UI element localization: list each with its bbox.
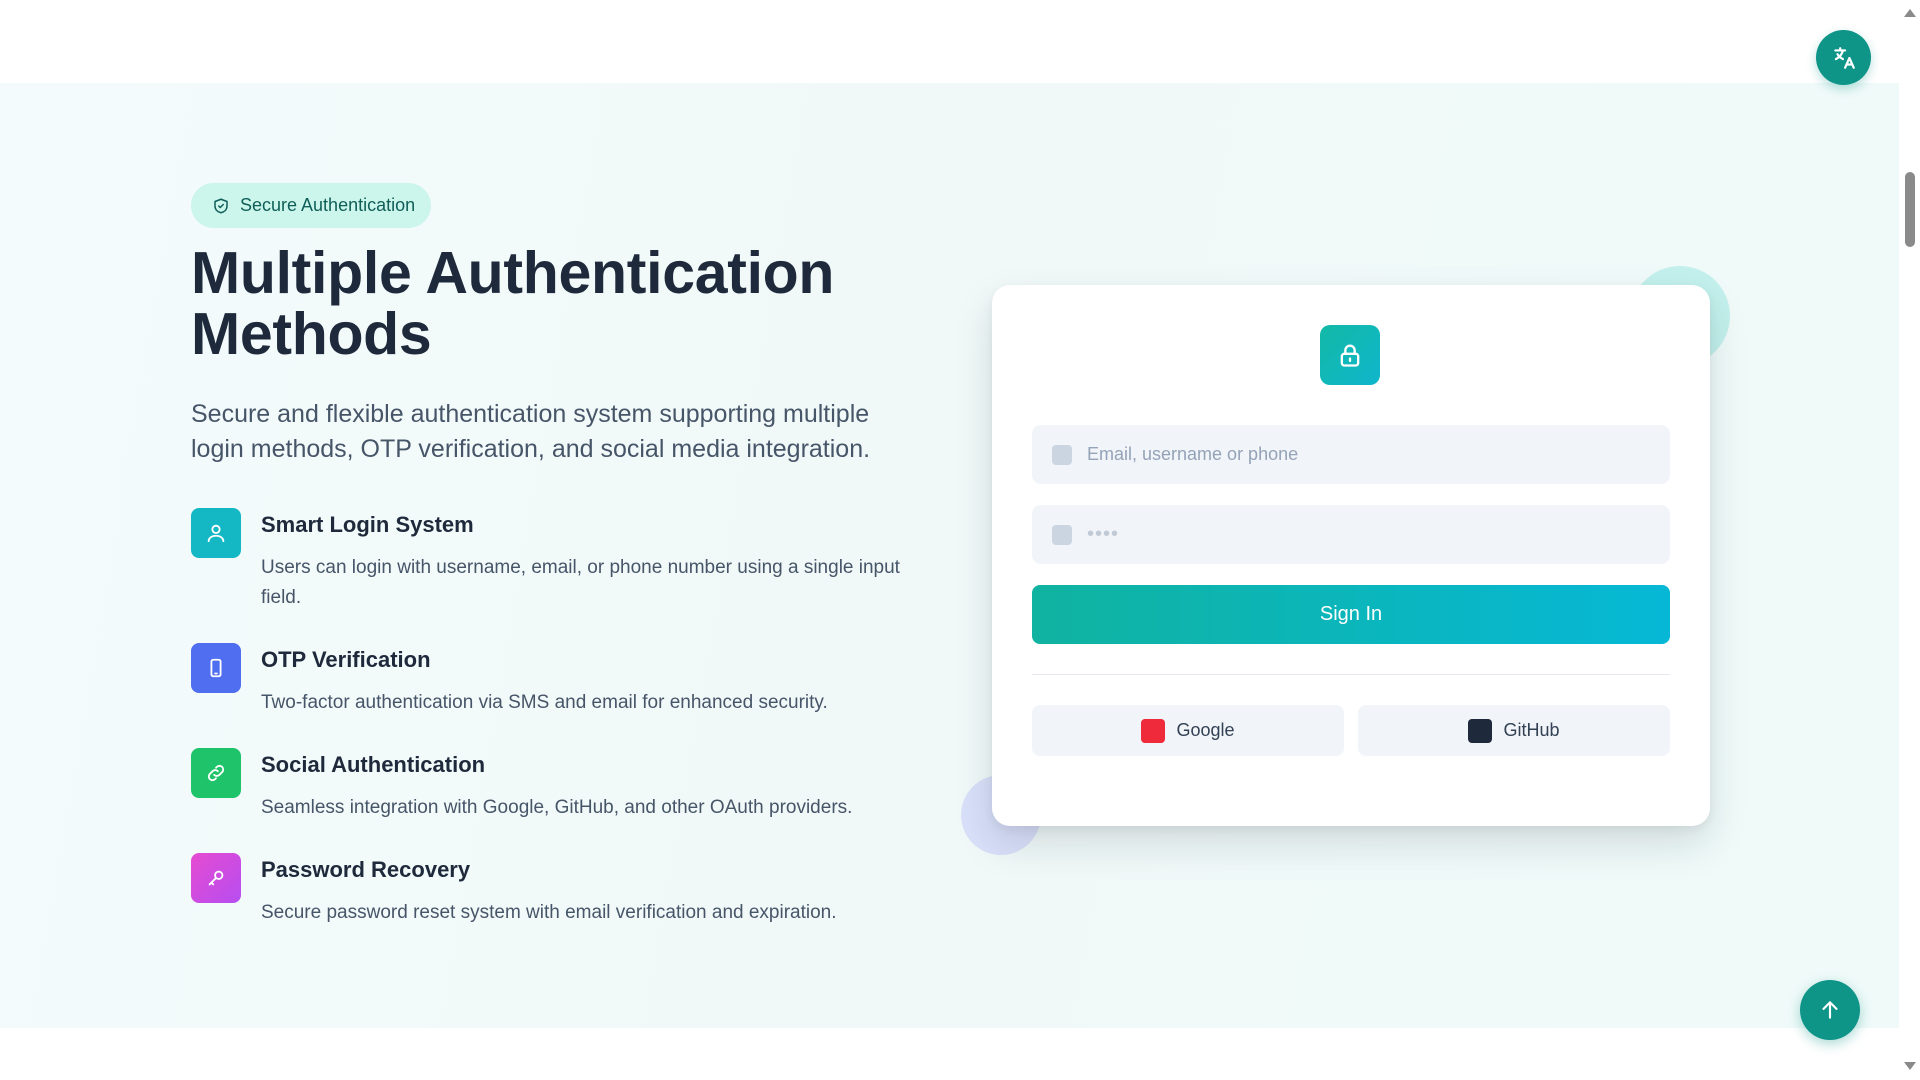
feature-description: Seamless integration with Google, GitHub… — [261, 797, 853, 818]
feature-title: OTP Verification — [261, 647, 431, 672]
divider — [1032, 674, 1670, 675]
field-icon — [1052, 444, 1072, 465]
password-mask: •••• — [1087, 523, 1120, 545]
scroll-down-arrow-icon[interactable] — [1904, 1062, 1916, 1070]
feature-description: Two-factor authentication via SMS and em… — [261, 692, 828, 713]
github-icon — [1468, 718, 1493, 743]
google-login-button[interactable]: Google — [1032, 705, 1344, 756]
phone-icon — [191, 643, 241, 693]
feature-title: Smart Login System — [261, 512, 474, 537]
link-icon — [191, 748, 241, 798]
scrollbar-thumb[interactable] — [1905, 172, 1915, 247]
arrow-up-icon — [1822, 1001, 1838, 1019]
translate-button[interactable] — [1816, 30, 1871, 85]
feature-title: Social Authentication — [261, 752, 486, 777]
lock-icon — [1320, 325, 1380, 385]
feature-description: Secure password reset system with email … — [261, 902, 837, 923]
feature-title: Password Recovery — [261, 857, 471, 882]
login-identifier-field[interactable] — [1032, 425, 1670, 484]
page-subtitle: Secure and flexible authentication syste… — [191, 400, 871, 463]
github-login-button[interactable]: GitHub — [1358, 705, 1670, 756]
field-icon — [1052, 524, 1072, 545]
login-identifier-input[interactable] — [1087, 444, 1627, 465]
page: Secure Authentication Multiple Authentic… — [0, 0, 1920, 1080]
scrollbar[interactable] — [1899, 0, 1920, 1080]
password-field[interactable]: •••• — [1032, 505, 1670, 564]
shield-check-icon — [214, 198, 228, 213]
badge-label: Secure Authentication — [240, 195, 416, 215]
sign-in-button[interactable]: Sign In — [1032, 585, 1670, 644]
page-title: Multiple Authentication Methods — [191, 240, 835, 367]
translate-icon — [1833, 46, 1855, 69]
feature-description: Users can login with username, email, or… — [261, 557, 900, 608]
key-icon — [191, 853, 241, 903]
github-label: GitHub — [1503, 720, 1560, 740]
login-card-preview: •••• Sign In Google GitHub — [992, 285, 1710, 826]
user-icon — [191, 508, 241, 558]
back-to-top-button[interactable] — [1800, 980, 1860, 1040]
google-icon — [1141, 718, 1166, 743]
scroll-up-arrow-icon[interactable] — [1904, 9, 1916, 17]
secure-auth-badge: Secure Authentication — [191, 183, 431, 228]
google-label: Google — [1176, 720, 1235, 740]
